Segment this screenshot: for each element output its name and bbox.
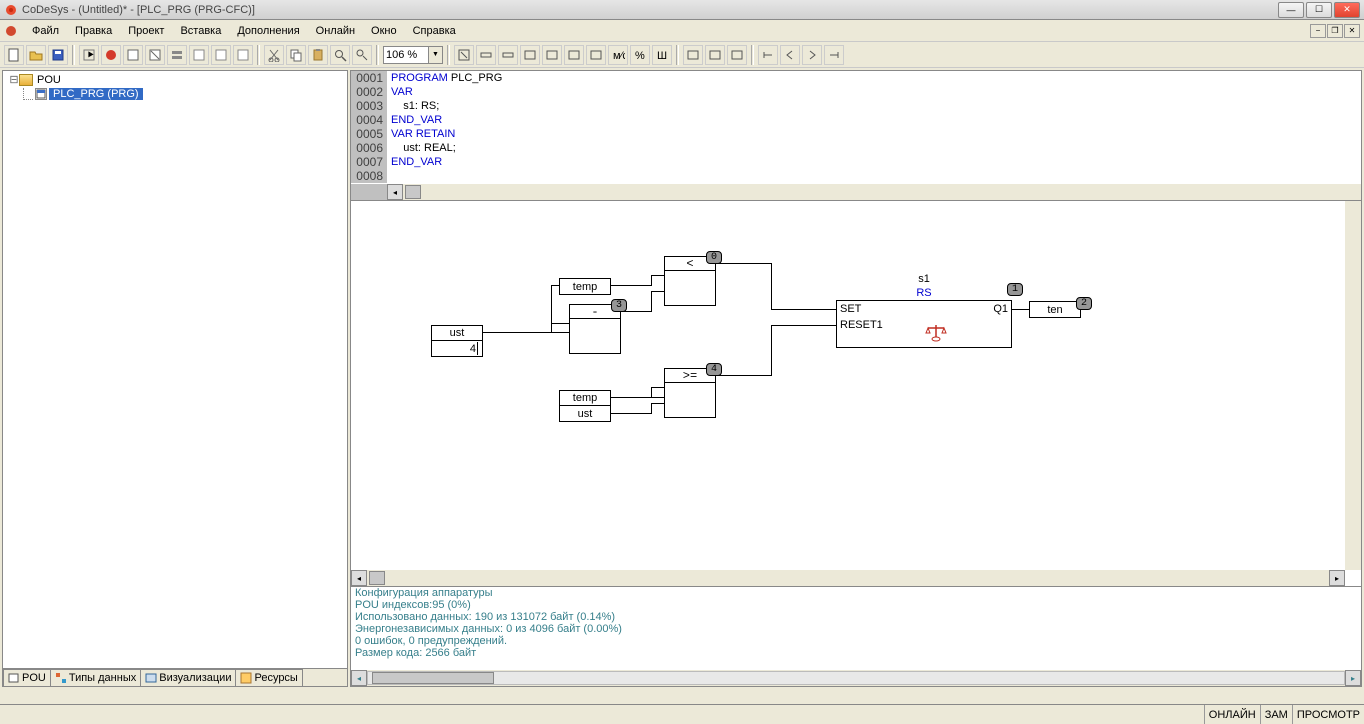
new-button[interactable] [4, 45, 24, 65]
cfc-input-ust[interactable]: ust 4 [431, 325, 483, 357]
svg-text:Ш: Ш [657, 50, 667, 62]
editor-panel: 0001PROGRAM PLC_PRG 0002VAR 0003 s1: RS;… [350, 70, 1362, 687]
tab-types[interactable]: Типы данных [50, 669, 141, 686]
menu-help[interactable]: Справка [405, 23, 464, 39]
menu-insert[interactable]: Вставка [172, 23, 229, 39]
app-icon [4, 3, 18, 17]
paste-button[interactable] [308, 45, 328, 65]
cfc-outpin-button[interactable]: Ш [652, 45, 672, 65]
cfc-input-button[interactable] [476, 45, 496, 65]
menu-online[interactable]: Онлайн [308, 23, 363, 39]
tab-resources[interactable]: Ресурсы [235, 669, 302, 686]
logout-button[interactable] [145, 45, 165, 65]
menu-project[interactable]: Проект [120, 23, 172, 39]
cfc-set-button[interactable] [705, 45, 725, 65]
tab-visualizations[interactable]: Визуализации [140, 669, 236, 686]
order-next-button[interactable] [802, 45, 822, 65]
cut-button[interactable] [264, 45, 284, 65]
menu-extras[interactable]: Дополнения [229, 23, 307, 39]
cfc-input-temp2[interactable]: temp ust [559, 390, 611, 422]
stop-button[interactable] [101, 45, 121, 65]
cfc-inpin-button[interactable]: % [630, 45, 650, 65]
find-next-button[interactable] [352, 45, 372, 65]
toolbar: ⯈ ▼ м⁄с % Ш [0, 42, 1364, 68]
window-title: CoDeSys - (Untitled)* - [PLC_PRG (PRG-CF… [22, 4, 1278, 16]
code-hscrollbar[interactable]: ◂ [351, 184, 1361, 200]
menu-window[interactable]: Окно [363, 23, 405, 39]
cfc-output-ten[interactable]: ten [1029, 301, 1081, 318]
tb-btn-3[interactable] [211, 45, 231, 65]
doc-icon [4, 24, 18, 38]
mdi-minimize-button[interactable]: − [1310, 24, 1326, 38]
status-bar: ОНЛАЙН ЗАМ ПРОСМОТР [0, 704, 1364, 724]
svg-text:м⁄с: м⁄с [613, 50, 625, 62]
diagram-hscrollbar[interactable]: ◂ ▸ [351, 570, 1345, 586]
cfc-label-button[interactable] [564, 45, 584, 65]
tb-btn-1[interactable] [167, 45, 187, 65]
zoom-control[interactable]: ▼ [383, 46, 443, 64]
menu-file[interactable]: Файл [24, 23, 67, 39]
tree-root[interactable]: ⊟ POU [3, 71, 347, 88]
cfc-order-1: 1 [1007, 283, 1023, 296]
zoom-dropdown-button[interactable]: ▼ [429, 46, 443, 64]
cfc-box-button[interactable] [520, 45, 540, 65]
window-controls: — ☐ ✕ [1278, 2, 1360, 18]
scale-icon [925, 323, 947, 343]
status-view: ПРОСМОТР [1292, 705, 1364, 724]
pou-icon [35, 88, 47, 100]
tree-item-plcprg[interactable]: PLC_PRG (PRG) [23, 88, 347, 100]
zoom-input[interactable] [383, 46, 429, 64]
message-hscrollbar[interactable]: ◂ ▸ [351, 670, 1361, 686]
cfc-fb-rs[interactable]: s1RS SET RESET1 Q1 [836, 300, 1012, 348]
tree-area[interactable]: ⊟ POU PLC_PRG (PRG) [3, 71, 347, 668]
order-prev-button[interactable] [780, 45, 800, 65]
project-tree-panel: ⊟ POU PLC_PRG (PRG) POU Типы данных Визу… [2, 70, 348, 687]
open-button[interactable] [26, 45, 46, 65]
svg-text:⯈: ⯈ [86, 50, 95, 62]
tab-pou[interactable]: POU [3, 669, 51, 686]
order-last-button[interactable] [824, 45, 844, 65]
cfc-jump-button[interactable] [542, 45, 562, 65]
copy-button[interactable] [286, 45, 306, 65]
maximize-button[interactable]: ☐ [1306, 2, 1332, 18]
cfc-order-2: 2 [1076, 297, 1092, 310]
cfc-arrow-button[interactable] [454, 45, 474, 65]
run-button[interactable]: ⯈ [79, 45, 99, 65]
minimize-button[interactable]: — [1278, 2, 1304, 18]
cfc-neg-button[interactable] [683, 45, 703, 65]
menu-edit[interactable]: Правка [67, 23, 120, 39]
main-area: ⊟ POU PLC_PRG (PRG) POU Типы данных Визу… [0, 68, 1364, 689]
cfc-comment-button[interactable]: м⁄с [608, 45, 628, 65]
cfc-output-button[interactable] [498, 45, 518, 65]
message-panel[interactable]: Конфигурация аппаратуры POU индексов:95 … [350, 587, 1362, 687]
cfc-en-button[interactable] [727, 45, 747, 65]
save-button[interactable] [48, 45, 68, 65]
folder-icon [19, 74, 33, 86]
diagram-vscrollbar[interactable] [1345, 201, 1361, 570]
cfc-input-temp1[interactable]: temp [559, 278, 611, 295]
find-button[interactable] [330, 45, 350, 65]
status-online: ОНЛАЙН [1204, 705, 1260, 724]
cfc-return-button[interactable] [586, 45, 606, 65]
menu-bar: Файл Правка Проект Вставка Дополнения Он… [0, 20, 1364, 42]
svg-text:%: % [635, 50, 645, 62]
tb-btn-2[interactable] [189, 45, 209, 65]
code-editor[interactable]: 0001PROGRAM PLC_PRG 0002VAR 0003 s1: RS;… [350, 70, 1362, 201]
title-bar: CoDeSys - (Untitled)* - [PLC_PRG (PRG-CF… [0, 0, 1364, 20]
cfc-diagram[interactable]: ust 4 temp temp ust - 3 [350, 201, 1362, 587]
login-button[interactable] [123, 45, 143, 65]
close-button[interactable]: ✕ [1334, 2, 1360, 18]
order-first-button[interactable] [758, 45, 778, 65]
status-ovr: ЗАМ [1260, 705, 1292, 724]
mdi-restore-button[interactable]: ❐ [1327, 24, 1343, 38]
tree-root-label: POU [37, 74, 61, 86]
tb-btn-4[interactable] [233, 45, 253, 65]
left-tab-strip: POU Типы данных Визуализации Ресурсы [3, 668, 347, 686]
cfc-fb-instance: s1RS [837, 272, 1011, 300]
mdi-close-button[interactable]: ✕ [1344, 24, 1360, 38]
tree-item-label: PLC_PRG (PRG) [49, 88, 143, 100]
